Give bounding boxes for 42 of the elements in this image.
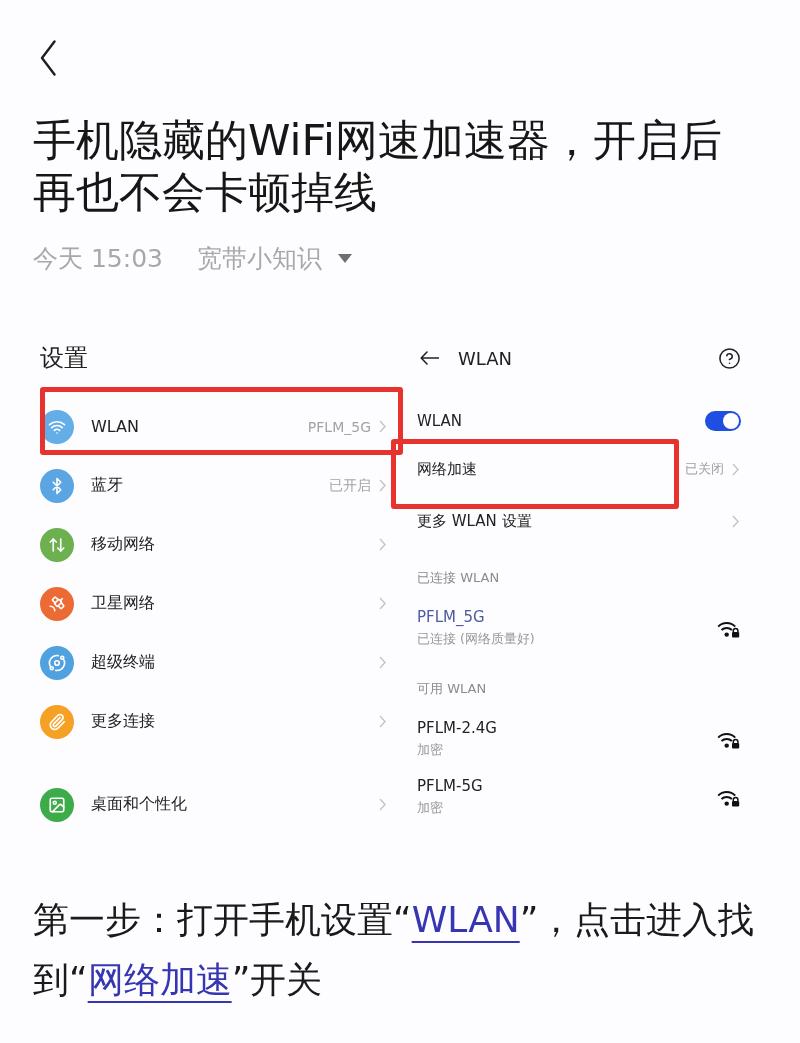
network-name[interactable]: PFLM_5G (417, 606, 485, 628)
section-heading: 已连接 WLAN (417, 569, 500, 587)
toggle-switch[interactable] (705, 411, 741, 431)
chevron-icon (379, 479, 386, 492)
article-title: 手机隐藏的WiFi网速加速器，开启后再也不会卡顿掉线 (33, 114, 724, 218)
chevron-icon (379, 656, 386, 669)
chevron-icon (732, 515, 739, 529)
chevron-icon (379, 597, 386, 610)
setting-label[interactable]: 移动网络 (91, 534, 155, 555)
caret-icon[interactable] (338, 253, 352, 263)
inline-link[interactable]: WLAN (411, 899, 520, 940)
setting-value: 已开启 (329, 476, 371, 495)
settings-title: 设置 (40, 343, 88, 374)
network-status: 加密 (417, 799, 443, 817)
setting-label[interactable]: 蓝牙 (91, 475, 123, 496)
switch-label: WLAN (417, 412, 462, 430)
section-heading: 可用 WLAN (417, 680, 487, 698)
setting-label[interactable]: 更多连接 (91, 711, 155, 732)
inline-link[interactable]: 网络加速 (87, 959, 232, 1000)
wlan-title: WLAN (458, 347, 513, 369)
chevron-icon (732, 462, 739, 476)
setting-label[interactable]: 超级终端 (91, 652, 155, 673)
network-status: 加密 (417, 741, 443, 759)
setting-value: PFLM_5G (307, 418, 371, 435)
publish-time: 今天 15:03 (33, 242, 163, 275)
chevron-icon (379, 538, 386, 551)
setting-label[interactable]: 桌面和个性化 (91, 794, 187, 815)
back-arrow-icon[interactable] (420, 351, 439, 365)
setting-value: 已关闭 (685, 460, 724, 479)
setting-label[interactable]: WLAN (91, 417, 139, 436)
chevron-icon (379, 420, 386, 433)
network-name[interactable]: PFLM-5G (417, 775, 483, 797)
back-icon[interactable] (40, 40, 56, 76)
setting-label[interactable]: 卫星网络 (91, 593, 155, 614)
setting-label[interactable]: 更多 WLAN 设置 (417, 512, 532, 532)
network-status: 已连接 (网络质量好) (417, 630, 535, 648)
caption-text: 第一步：打开手机设置“WLAN”，点击进入找到“网络加速”开关 (33, 898, 756, 1002)
network-name[interactable]: PFLM-2.4G (417, 717, 497, 739)
setting-label[interactable]: 网络加速 (417, 459, 477, 479)
chevron-icon (379, 798, 386, 811)
chevron-icon (379, 715, 386, 728)
help-icon[interactable] (718, 346, 741, 370)
